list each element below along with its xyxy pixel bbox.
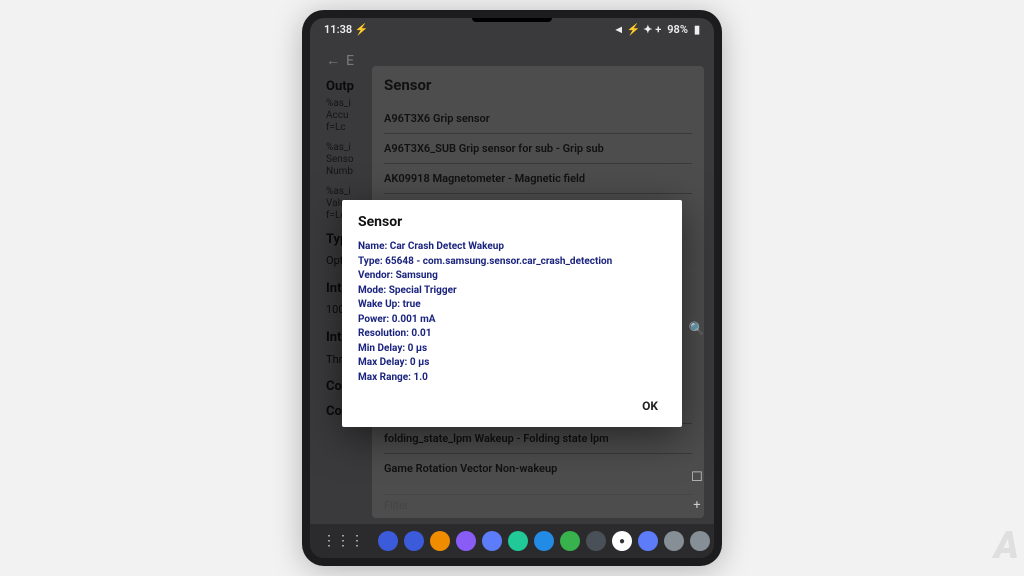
dialog-title: Sensor [358, 214, 666, 230]
taskbar-app-icon[interactable] [430, 531, 450, 551]
dialog-body: Name: Car Crash Detect Wakeup Type: 6564… [358, 240, 666, 385]
search-icon[interactable]: 🔍 [688, 320, 706, 338]
taskbar-app-icon[interactable] [482, 531, 502, 551]
sensor-vendor: Vendor: Samsung [358, 269, 666, 284]
taskbar-app-icon[interactable] [690, 531, 710, 551]
sensor-row[interactable]: folding_state_lpm Wakeup - Folding state… [384, 424, 692, 454]
add-icon[interactable]: + [688, 496, 706, 514]
sensor-mode: Mode: Special Trigger [358, 284, 666, 299]
tablet-frame: 11:38 ⚡ ◄ ⚡ ✦ + 98% ▮ ← E Outp %as_i Acc… [302, 10, 722, 566]
taskbar-app-icon[interactable] [534, 531, 554, 551]
sensor-power: Power: 0.001 mA [358, 313, 666, 328]
sensor-mindelay: Min Delay: 0 µs [358, 342, 666, 357]
sensor-maxdelay: Max Delay: 0 µs [358, 356, 666, 371]
side-action-column: 🔍 ☐ + [688, 320, 706, 514]
sensor-maxrange: Max Range: 1.0 [358, 371, 666, 386]
sensor-resolution: Resolution: 0.01 [358, 327, 666, 342]
notch [472, 18, 552, 22]
status-time: 11:38 ⚡ [324, 23, 369, 36]
battery-icon: ▮ [694, 23, 700, 36]
taskbar-app-icon[interactable] [508, 531, 528, 551]
watermark: A [994, 524, 1016, 568]
page-title-partial: E [346, 53, 354, 69]
taskbar-app-icon[interactable] [560, 531, 580, 551]
sensor-wake: Wake Up: true [358, 298, 666, 313]
sensor-row[interactable]: Game Rotation Vector Non-wakeup [384, 454, 692, 483]
sensor-row[interactable]: A96T3X6 Grip sensor [384, 104, 692, 134]
taskbar-apps: ● [378, 531, 710, 551]
screen: 11:38 ⚡ ◄ ⚡ ✦ + 98% ▮ ← E Outp %as_i Acc… [310, 18, 714, 558]
back-arrow-icon[interactable]: ← [326, 52, 340, 69]
taskbar-app-icon[interactable] [456, 531, 476, 551]
ok-button[interactable]: OK [634, 395, 666, 417]
sensor-name: Name: Car Crash Detect Wakeup [358, 240, 666, 255]
sensor-type: Type: 65648 - com.samsung.sensor.car_cra… [358, 255, 666, 270]
status-icons: ◄ ⚡ ✦ + [613, 23, 661, 36]
app-body: ← E Outp %as_i Accu f=Lc %as_i Senso Num… [310, 40, 714, 524]
taskbar-app-icon[interactable]: ● [612, 531, 632, 551]
sensor-row[interactable]: AK09918 Magnetometer - Magnetic field [384, 164, 692, 194]
status-battery: 98% [667, 23, 688, 36]
taskbar-app-icon[interactable] [586, 531, 606, 551]
taskbar: ⋮⋮⋮ ● [310, 524, 714, 558]
sensor-row[interactable]: A96T3X6_SUB Grip sensor for sub - Grip s… [384, 134, 692, 164]
taskbar-app-icon[interactable] [404, 531, 424, 551]
filter-input[interactable]: Filter [384, 494, 692, 512]
sensor-detail-dialog: Sensor Name: Car Crash Detect Wakeup Typ… [342, 200, 682, 427]
taskbar-app-icon[interactable] [378, 531, 398, 551]
sheet-title: Sensor [384, 76, 692, 94]
apps-grid-icon[interactable]: ⋮⋮⋮ [322, 533, 364, 549]
checkbox-icon[interactable]: ☐ [688, 468, 706, 486]
taskbar-app-icon[interactable] [664, 531, 684, 551]
taskbar-app-icon[interactable] [638, 531, 658, 551]
